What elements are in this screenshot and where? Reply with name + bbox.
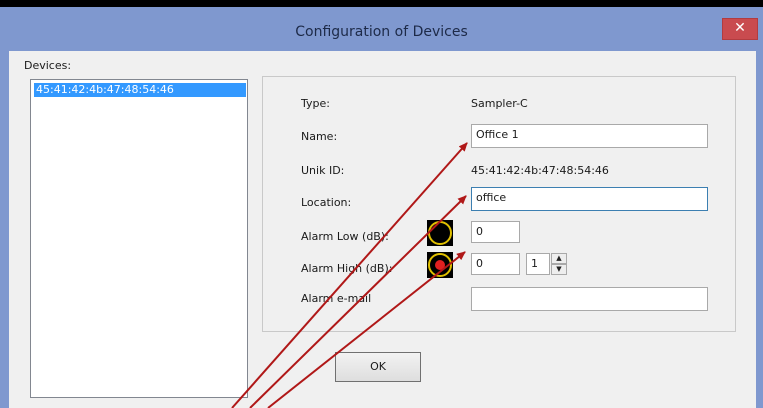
type-label: Type: [301, 97, 330, 110]
name-label: Name: [301, 130, 338, 143]
alarm-low-label: Alarm Low (dB): [301, 230, 389, 243]
alarm-email-label: Alarm e-mail [301, 292, 372, 305]
location-field[interactable]: office [471, 187, 708, 211]
alarm-low-field[interactable]: 0 [471, 221, 520, 243]
device-list-item[interactable]: 45:41:42:4b:47:48:54:46 [34, 83, 246, 97]
name-field[interactable]: Office 1 [471, 124, 708, 148]
spin-up-icon[interactable]: ▲ [551, 253, 567, 264]
alarm-high-step-field[interactable]: 1 [526, 253, 550, 275]
window-left-frame [0, 51, 9, 408]
window-right-frame [756, 51, 763, 408]
unik-id-label: Unik ID: [301, 164, 345, 177]
name-field-value: Office 1 [476, 128, 519, 141]
close-button[interactable]: ✕ [722, 18, 758, 40]
alarm-high-label: Alarm High (dB): [301, 262, 393, 275]
spin-down-icon[interactable]: ▼ [551, 264, 567, 275]
location-label: Location: [301, 196, 352, 209]
alarm-email-field[interactable] [471, 287, 708, 311]
window-title: Configuration of Devices [295, 24, 468, 40]
devices-label: Devices: [24, 59, 72, 72]
alarm-low-indicator-icon [427, 220, 453, 246]
devices-list[interactable]: 45:41:42:4b:47:48:54:46 [30, 79, 248, 398]
window-top-border [0, 0, 763, 7]
location-field-value: office [476, 191, 507, 204]
alarm-high-step-value: 1 [531, 257, 538, 270]
close-icon: ✕ [734, 20, 746, 36]
ok-button-label: OK [370, 360, 386, 373]
ok-button[interactable]: OK [335, 352, 421, 382]
alarm-high-field-value: 0 [476, 257, 483, 270]
type-value: Sampler-C [471, 97, 528, 110]
alarm-low-field-value: 0 [476, 225, 483, 238]
alarm-high-indicator-icon [427, 252, 453, 278]
alarm-high-field[interactable]: 0 [471, 253, 520, 275]
title-bar[interactable]: Configuration of Devices ✕ [0, 7, 763, 51]
unik-id-value: 45:41:42:4b:47:48:54:46 [471, 164, 609, 177]
